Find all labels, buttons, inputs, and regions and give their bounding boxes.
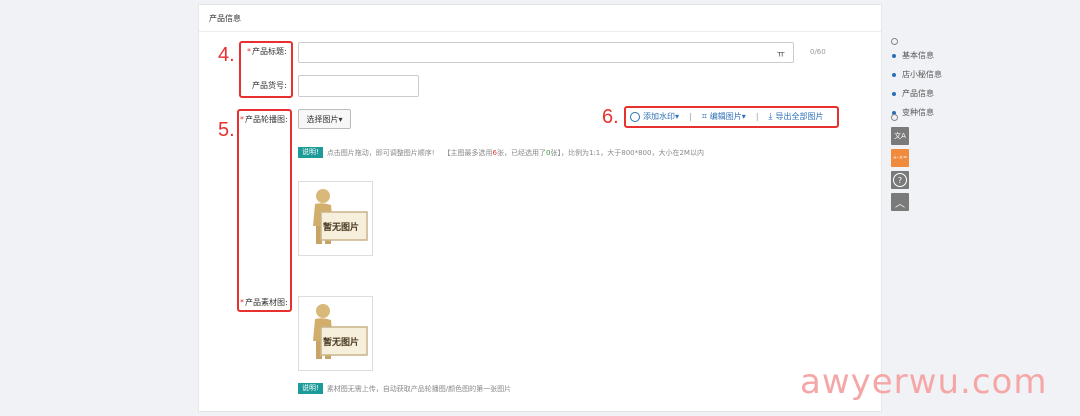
tip-text: 素材图无需上传，自动获取产品轮播图/颜色图的第一张图片 xyxy=(326,384,512,393)
annotation-box-5 xyxy=(237,109,292,312)
chevron-up-icon: ︿ xyxy=(895,198,905,210)
annotation-box-4 xyxy=(239,41,293,98)
help-icon: ? xyxy=(893,173,907,187)
select-image-button[interactable]: 选择图片▾ xyxy=(298,109,351,129)
site-watermark: awyerwu.com xyxy=(800,362,1048,402)
translate-icon: 文A xyxy=(894,132,906,140)
person-with-board-icon xyxy=(313,189,368,244)
text-format-icon[interactable]: ㅠ xyxy=(777,47,785,60)
material-image-placeholder[interactable]: 暂无图片 xyxy=(298,296,373,371)
calculator-icon: +-×= xyxy=(892,155,908,161)
section-nav: 基本信息 店小秘信息 产品信息 变种信息 xyxy=(892,50,942,118)
tip-badge: 说明! xyxy=(298,147,323,158)
calculator-button[interactable]: +-×= xyxy=(891,149,909,167)
annotation-label-6: 6. xyxy=(602,106,619,128)
nav-item-product-info[interactable]: 产品信息 xyxy=(892,88,942,99)
carousel-tip: 说明! 点击图片拖动，即可调整图片顺序! 【主图最多选用6张，已经选用了0张】，… xyxy=(298,147,704,158)
nav-item-variant-info[interactable]: 变种信息 xyxy=(892,107,942,118)
person-with-board-icon xyxy=(313,304,368,359)
material-tip: 说明! 素材图无需上传，自动获取产品轮播图/颜色图的第一张图片 xyxy=(298,383,511,394)
placeholder-text: 暂无图片 xyxy=(323,223,360,233)
annotation-label-4: 4. xyxy=(218,44,235,66)
nav-item-store-info[interactable]: 店小秘信息 xyxy=(892,69,942,80)
nav-item-basic-info[interactable]: 基本信息 xyxy=(892,50,942,61)
back-to-top-button[interactable]: ︿ xyxy=(891,193,909,211)
product-title-input[interactable]: ㅠ xyxy=(298,42,794,63)
panel-title: 产品信息 xyxy=(199,5,881,32)
placeholder-text: 暂无图片 xyxy=(323,338,360,348)
tip-badge: 说明! xyxy=(298,383,323,394)
tip-text: 点击图片拖动，即可调整图片顺序! 【主图最多选用6张，已经选用了0张】，比例为1… xyxy=(326,148,704,157)
nav-end-ring xyxy=(891,114,898,121)
help-button[interactable]: ? xyxy=(891,171,909,189)
product-sku-input[interactable] xyxy=(298,75,419,97)
nav-start-ring xyxy=(891,38,898,45)
translate-button[interactable]: 文A xyxy=(891,127,909,145)
annotation-box-6 xyxy=(624,106,839,128)
title-char-counter: 0/60 xyxy=(810,48,826,56)
carousel-image-placeholder[interactable]: 暂无图片 xyxy=(298,181,373,256)
annotation-label-5: 5. xyxy=(218,119,235,141)
